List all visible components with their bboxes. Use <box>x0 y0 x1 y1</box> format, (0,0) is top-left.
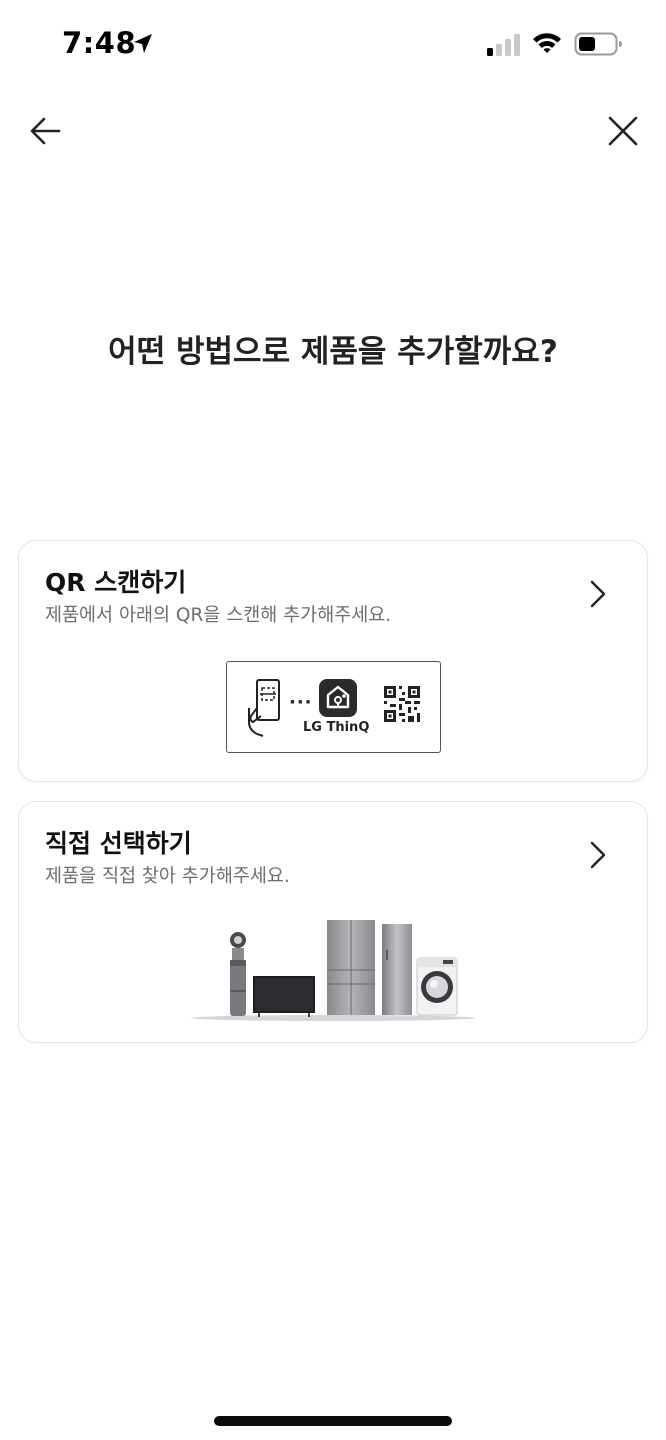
page-title: 어떤 방법으로 제품을 추가할까요? <box>108 334 558 370</box>
close-button[interactable] <box>600 110 644 154</box>
location-arrow-icon <box>134 34 152 53</box>
chevron-right-icon <box>590 580 606 608</box>
chevron-right-icon <box>590 841 606 869</box>
phone-scan-icon <box>248 679 280 737</box>
arrow-left-icon <box>30 117 61 145</box>
home-indicator[interactable] <box>214 1416 452 1426</box>
appliances-illustration <box>191 920 475 1021</box>
battery-icon <box>574 32 622 56</box>
lg-thinq-logo-text: LG ThinQ <box>303 720 370 735</box>
option-title: 직접 선택하기 <box>45 829 192 858</box>
close-icon <box>608 116 638 146</box>
lg-thinq-home-icon <box>319 679 357 717</box>
qr-code-icon <box>384 686 420 722</box>
qr-scan-option-card[interactable]: QR 스캔하기 제품에서 아래의 QR을 스캔해 추가해주세요. ··· LG … <box>18 540 648 782</box>
connection-dots: ··· <box>289 692 313 713</box>
cellular-signal-icon <box>487 34 520 56</box>
air-purifier-illustration <box>230 932 246 1016</box>
manual-select-option-card[interactable]: 직접 선택하기 제품을 직접 찾아 추가해주세요. <box>18 801 648 1043</box>
status-bar: 7:48 <box>0 0 666 90</box>
wifi-icon <box>533 33 561 53</box>
status-time: 7:48 <box>62 26 137 60</box>
option-title: QR 스캔하기 <box>45 568 187 597</box>
styler-illustration <box>382 924 412 1015</box>
back-button[interactable] <box>26 112 66 152</box>
tv-illustration <box>253 976 315 1017</box>
option-description: 제품에서 아래의 QR을 스캔해 추가해주세요. <box>45 605 392 626</box>
qr-scan-illustration: ··· LG ThinQ <box>226 661 441 753</box>
washer-illustration <box>416 957 458 1016</box>
option-description: 제품을 직접 찾아 추가해주세요. <box>45 866 290 887</box>
fridge-illustration <box>327 920 375 1015</box>
